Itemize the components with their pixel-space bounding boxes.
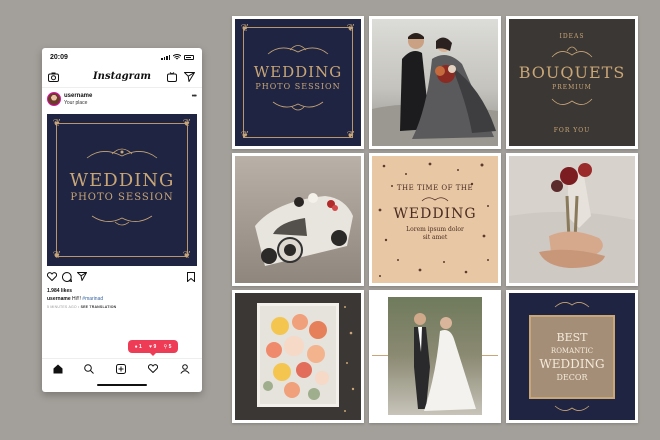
likes-count[interactable]: 1.984 likes bbox=[47, 288, 72, 294]
avatar[interactable] bbox=[47, 92, 61, 106]
flourish-bottom-icon bbox=[554, 405, 590, 411]
flourish-top-icon bbox=[421, 197, 449, 202]
tile-title: WEDDING bbox=[393, 206, 477, 222]
corner-ornament-icon: ❦ bbox=[52, 250, 62, 261]
grid-tile-bouquets[interactable]: IDEAS BOUQUETS PREMIUM FOR YOU bbox=[506, 16, 638, 149]
activity-notification[interactable]: ● 1 ♥ 9 ⚲ 5 bbox=[128, 340, 178, 356]
bottom-tab-bar bbox=[42, 358, 202, 378]
tile-title: BOUQUETS bbox=[518, 63, 626, 82]
status-bar: 20:09 bbox=[42, 48, 202, 66]
dancing-couple-image bbox=[388, 297, 482, 415]
camera-icon[interactable] bbox=[48, 72, 59, 82]
flourish-bottom-icon bbox=[551, 98, 593, 105]
add-post-icon[interactable] bbox=[116, 364, 126, 374]
grid-tile-flowers[interactable] bbox=[232, 290, 364, 423]
post-actions bbox=[42, 270, 202, 284]
signal-icon bbox=[161, 54, 170, 60]
flourish-top-icon bbox=[554, 302, 590, 308]
grid-tile-wedding-decor[interactable]: BEST ROMANTIC WEDDING DECOR bbox=[506, 290, 638, 423]
sparkle-dots-icon bbox=[344, 306, 355, 412]
home-indicator bbox=[97, 384, 147, 386]
couple-photo-image bbox=[372, 33, 498, 146]
flourish-bottom-icon bbox=[272, 101, 324, 111]
grid-tile-wedding-photo-session[interactable]: ❦ ❦ ❦ ❦ WEDDING PHOTO SESSION bbox=[232, 16, 364, 149]
flourish-top-icon bbox=[86, 148, 158, 159]
tile-subtitle: PREMIUM bbox=[552, 84, 592, 91]
post-image-title: WEDDING bbox=[69, 170, 175, 191]
grid-tile-hands-photo[interactable] bbox=[506, 153, 638, 286]
status-time: 20:09 bbox=[50, 54, 68, 61]
corner-ornament-icon: ❦ bbox=[182, 250, 192, 261]
grid-tile-dancing-couple[interactable] bbox=[369, 290, 501, 423]
tile-title: WEDDING bbox=[539, 357, 605, 371]
more-options-icon[interactable]: ••• bbox=[192, 93, 197, 100]
activity-heart-icon[interactable] bbox=[148, 364, 158, 373]
flourish-top-icon bbox=[551, 46, 593, 58]
post-grid: ❦ ❦ ❦ ❦ WEDDING PHOTO SESSION IDEAS BOUQ… bbox=[232, 16, 640, 423]
post-caption: username Hi!!! #marinad bbox=[47, 296, 103, 302]
search-icon[interactable] bbox=[84, 364, 94, 374]
phone-mockup: 20:09 Instagram username Your place ••• … bbox=[42, 48, 202, 392]
profile-icon[interactable] bbox=[180, 364, 190, 374]
home-icon[interactable] bbox=[53, 364, 63, 374]
tile-kicker: THE TIME OF THE bbox=[396, 184, 474, 192]
flourish-bottom-icon bbox=[91, 215, 153, 226]
status-indicators bbox=[161, 54, 194, 60]
battery-icon bbox=[184, 54, 194, 60]
corner-ornament-icon: ❦ bbox=[240, 130, 250, 141]
post-header: username Your place ••• bbox=[42, 90, 202, 112]
caption-username[interactable]: username bbox=[47, 296, 71, 302]
grid-tile-time-of-wedding[interactable]: THE TIME OF THE WEDDING Lorem ipsum dolo… bbox=[369, 153, 501, 286]
tile-title: WEDDING bbox=[253, 63, 343, 81]
comment-icon[interactable] bbox=[62, 272, 72, 282]
tile-line1: BEST bbox=[556, 331, 588, 344]
post-meta: 5 MINUTES AGO • SEE TRANSLATION bbox=[47, 305, 117, 309]
corner-ornament-icon: ❦ bbox=[182, 118, 192, 129]
notif-comments: ● 1 bbox=[134, 343, 142, 350]
notif-follows: ⚲ 5 bbox=[163, 343, 172, 350]
see-translation-link[interactable]: SEE TRANSLATION bbox=[81, 305, 117, 309]
tile-footer: FOR YOU bbox=[553, 127, 591, 134]
heart-icon[interactable] bbox=[47, 272, 57, 281]
flourish-top-icon bbox=[267, 45, 329, 55]
share-icon[interactable] bbox=[77, 272, 87, 281]
grid-tile-car-photo[interactable] bbox=[232, 153, 364, 286]
app-header: Instagram bbox=[42, 68, 202, 88]
corner-ornament-icon: ❦ bbox=[346, 130, 356, 141]
igtv-icon[interactable] bbox=[167, 72, 177, 82]
caption-hashtag[interactable]: #marinad bbox=[82, 296, 103, 302]
grid-tile-couple-photo[interactable] bbox=[369, 16, 501, 149]
post-image-subtitle: PHOTO SESSION bbox=[70, 192, 174, 203]
post-time: 5 MINUTES AGO bbox=[47, 305, 77, 309]
tile-kicker: IDEAS bbox=[559, 33, 585, 40]
direct-message-icon[interactable] bbox=[184, 72, 195, 82]
wifi-icon bbox=[173, 54, 181, 60]
wedding-car-image bbox=[255, 193, 353, 266]
app-title: Instagram bbox=[93, 71, 151, 82]
tile-body-line1: Lorem ipsum dolor bbox=[406, 226, 464, 233]
tile-line4: DECOR bbox=[556, 373, 588, 382]
caption-text: Hi!!! bbox=[72, 296, 81, 302]
post-image[interactable]: ❦ ❦ ❦ ❦ WEDDING PHOTO SESSION bbox=[47, 114, 197, 266]
post-username[interactable]: username bbox=[64, 93, 92, 99]
tile-line2: ROMANTIC bbox=[550, 347, 594, 355]
corner-ornament-icon: ❦ bbox=[346, 23, 356, 34]
bookmark-icon[interactable] bbox=[187, 272, 195, 282]
corner-ornament-icon: ❦ bbox=[52, 118, 62, 129]
hands-bouquet-image bbox=[509, 163, 635, 283]
post-location[interactable]: Your place bbox=[64, 100, 87, 106]
corner-ornament-icon: ❦ bbox=[240, 23, 250, 34]
tile-subtitle: PHOTO SESSION bbox=[255, 82, 341, 91]
notif-likes: ♥ 9 bbox=[149, 343, 157, 350]
tile-body-line2: sit amet bbox=[422, 234, 448, 241]
